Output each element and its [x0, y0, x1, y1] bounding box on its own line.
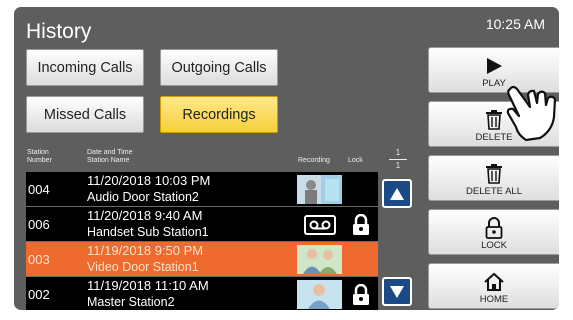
scroll-up-button[interactable] [382, 179, 412, 208]
recording-thumbnail [297, 175, 342, 204]
date-time: 11/20/2018 9:40 AM [87, 208, 203, 223]
table-header: Station Number Date and Time Station Nam… [26, 146, 378, 172]
table-row[interactable]: 004 11/20/2018 10:03 PM Audio Door Stati… [26, 172, 378, 207]
station-number: 006 [28, 217, 50, 232]
page-indicator: 1 1 [380, 148, 416, 171]
recording-thumbnail [297, 280, 342, 309]
table-row[interactable]: 002 11/19/2018 11:10 AM Master Station2 [26, 277, 378, 310]
filter-missed-calls[interactable]: Missed Calls [26, 96, 144, 133]
header-station-number: Station Number [27, 149, 52, 164]
table-row[interactable]: 006 11/20/2018 9:40 AM Handset Sub Stati… [26, 207, 378, 242]
page-total: 1 [395, 161, 401, 170]
play-label: PLAY [482, 78, 506, 89]
padlock-icon [485, 217, 503, 239]
header-recording: Recording [298, 157, 330, 164]
station-name: Audio Door Station2 [87, 190, 199, 204]
clock: 10:25 AM [485, 16, 545, 32]
page-title: History [26, 20, 92, 43]
station-number: 002 [28, 287, 50, 302]
padlock-icon [347, 211, 375, 238]
scroll-down-button[interactable] [382, 277, 412, 306]
header-lock: Lock [348, 157, 363, 164]
date-time: 11/19/2018 11:10 AM [87, 278, 209, 293]
date-time: 11/20/2018 10:03 PM [87, 173, 211, 188]
tape-icon [297, 210, 342, 239]
filter-incoming-calls[interactable]: Incoming Calls [26, 49, 144, 86]
header-date-time: Date and Time Station Name [87, 149, 133, 164]
recording-thumbnail [297, 245, 342, 274]
pointing-hand-icon [506, 85, 557, 142]
lock-button[interactable]: LOCK [428, 209, 559, 255]
page-current: 1 [395, 148, 401, 157]
trash-icon [485, 109, 503, 131]
home-button[interactable]: HOME [428, 263, 559, 309]
padlock-icon [347, 281, 375, 308]
trash-icon [485, 163, 503, 185]
filter-recordings[interactable]: Recordings [160, 96, 278, 133]
home-label: HOME [479, 294, 509, 305]
station-name: Master Station2 [87, 295, 175, 309]
history-screen: History 10:25 AM Incoming Calls Outgoing… [14, 7, 559, 310]
play-icon [485, 55, 503, 77]
filter-outgoing-calls[interactable]: Outgoing Calls [160, 49, 278, 86]
home-icon [483, 271, 505, 293]
table-row[interactable]: 003 11/19/2018 9:50 PM Video Door Statio… [26, 242, 378, 277]
date-time: 11/19/2018 9:50 PM [87, 243, 204, 258]
page-divider [389, 159, 407, 160]
station-name: Handset Sub Station1 [87, 225, 209, 239]
station-number: 004 [28, 182, 50, 197]
delete-all-button[interactable]: DELETE ALL [428, 155, 559, 201]
down-triangle-icon [390, 285, 404, 298]
delete-all-label: DELETE ALL [466, 186, 522, 197]
station-name: Video Door Station1 [87, 260, 199, 274]
lock-label: LOCK [481, 240, 507, 251]
up-triangle-icon [390, 187, 404, 200]
station-number: 003 [28, 252, 50, 267]
history-list: 004 11/20/2018 10:03 PM Audio Door Stati… [26, 172, 378, 310]
